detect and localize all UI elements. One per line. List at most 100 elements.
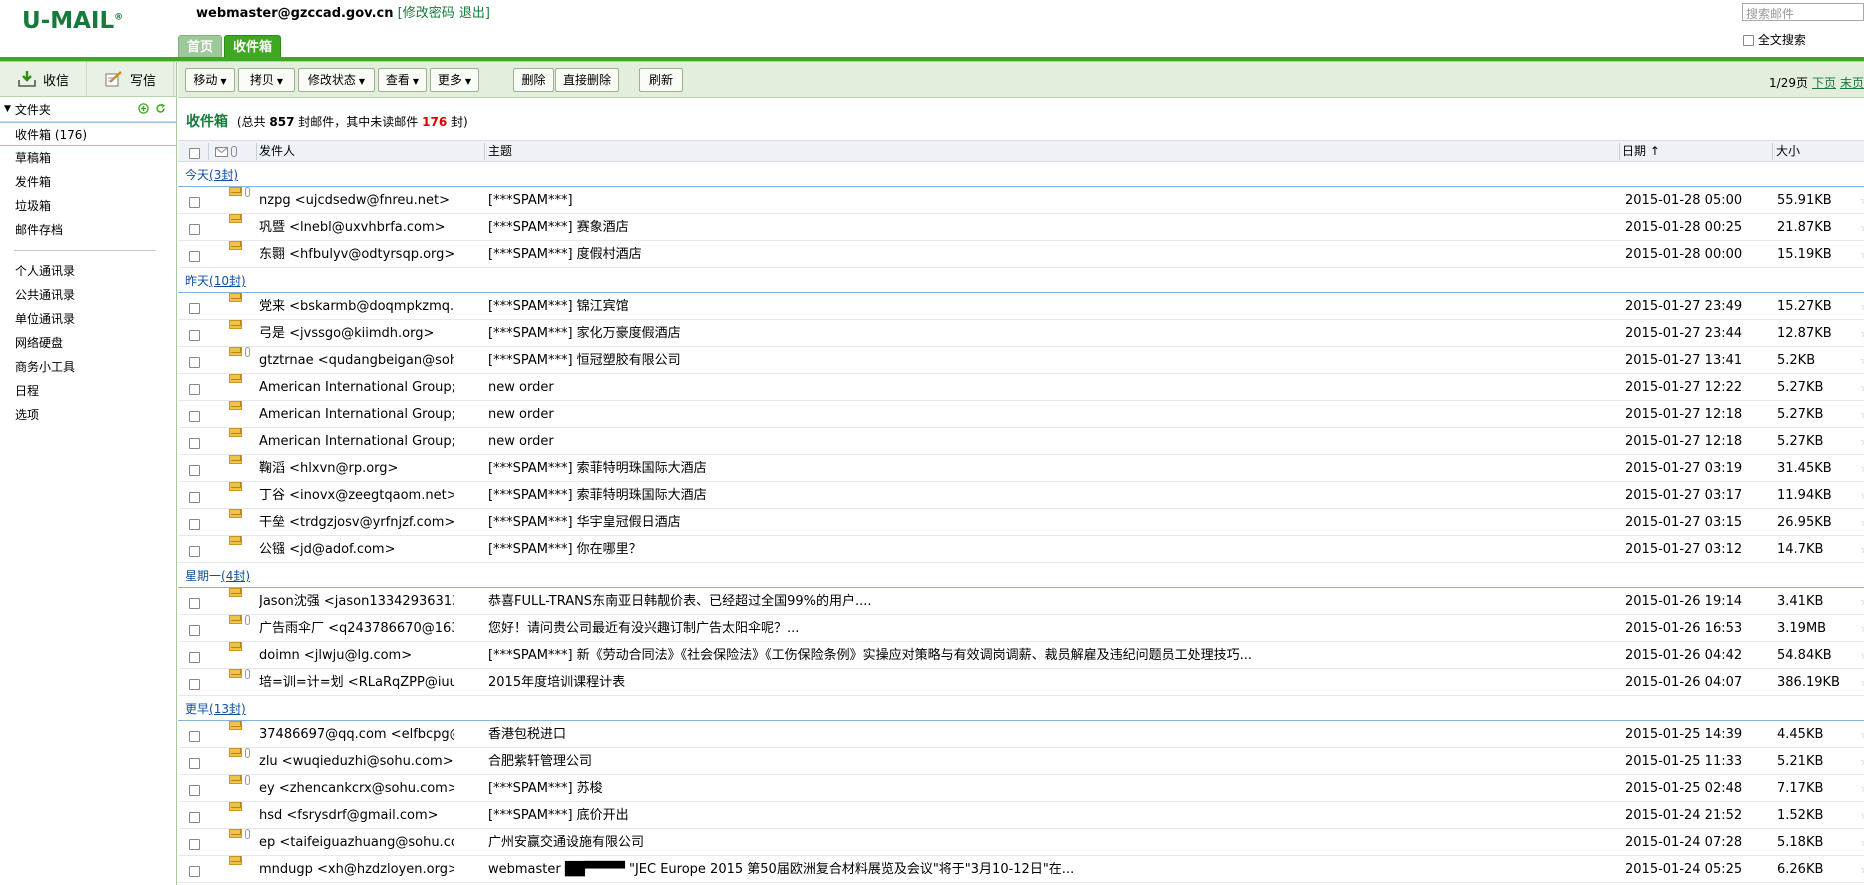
mail-subject[interactable]: 合肥紫轩管理公司 — [488, 748, 1528, 776]
mail-subject[interactable]: webmaster ██▀▀▀▀ "JEC Europe 2015 第50届欧洲… — [488, 856, 1528, 884]
star-icon[interactable]: ☆ — [1860, 509, 1864, 537]
mail-sender[interactable]: gtztrnae <qudangbeigan@sohu — [259, 347, 454, 375]
star-icon[interactable]: ☆ — [1860, 669, 1864, 697]
mail-row[interactable]: 弓是 <jvssgo@kiimdh.org> [***SPAM***] 家化万豪度… — [178, 320, 1864, 347]
mail-subject[interactable]: new order — [488, 401, 1528, 429]
mail-sender[interactable]: 广告雨伞厂 <q243786670@163. — [259, 615, 454, 643]
mail-subject[interactable]: [***SPAM***] 索菲特明珠国际大酒店 — [488, 482, 1528, 510]
fulltext-checkbox[interactable] — [1743, 35, 1754, 46]
tool-business-tools[interactable]: 商务小工具 — [0, 355, 176, 379]
move-button[interactable]: 移动 ▼ — [185, 68, 235, 92]
mail-subject[interactable]: 香港包税进口 — [488, 721, 1528, 749]
mail-row[interactable]: mndugp <xh@hzdzloyen.org> webmaster ██▀▀▀… — [178, 856, 1864, 883]
star-icon[interactable]: ☆ — [1860, 401, 1864, 429]
mail-subject[interactable]: 2015年度培训课程计表 — [488, 669, 1528, 697]
mail-sender[interactable]: hsd <fsrysdrf@gmail.com> — [259, 802, 454, 830]
tool-options[interactable]: 选项 — [0, 403, 176, 427]
mail-row[interactable]: American International Group; I new order… — [178, 401, 1864, 428]
mail-row[interactable]: American International Group; I new order… — [178, 374, 1864, 401]
size-column-header[interactable]: 大小 — [1776, 141, 1800, 162]
mail-row[interactable]: 丁谷 <inovx@zeegtqaom.net> [***SPAM***] 索菲特… — [178, 482, 1864, 509]
mail-sender[interactable]: doimn <jlwju@lg.com> — [259, 642, 454, 670]
star-icon[interactable]: ☆ — [1860, 482, 1864, 510]
folder-header[interactable]: ▼ 文件夹 — [0, 97, 176, 122]
row-checkbox[interactable] — [189, 783, 200, 798]
folder-trash[interactable]: 垃圾箱 — [0, 194, 176, 218]
date-group-count[interactable]: (13封) — [209, 702, 246, 716]
tab-inbox[interactable]: 收件箱 — [224, 35, 282, 58]
mail-sender[interactable]: 东翾 <hfbulyv@odtyrsqp.org> — [259, 241, 454, 269]
star-icon[interactable]: ☆ — [1860, 829, 1864, 857]
mail-sender[interactable]: 丁谷 <inovx@zeegtqaom.net> — [259, 482, 454, 510]
view-button[interactable]: 查看 ▼ — [378, 68, 427, 92]
row-checkbox[interactable] — [189, 490, 200, 505]
mail-sender[interactable]: Jason沈强 <jason13342936313 — [259, 588, 454, 616]
refresh-button[interactable]: 刷新 — [639, 68, 683, 92]
mail-subject[interactable]: [***SPAM***] 苏梭 — [488, 775, 1528, 803]
mail-subject[interactable]: [***SPAM***] 底价开出 — [488, 802, 1528, 830]
mail-row[interactable]: doimn <jlwju@lg.com> [***SPAM***] 新《劳动合同法… — [178, 642, 1864, 669]
star-icon[interactable]: ☆ — [1860, 856, 1864, 884]
folder-inbox[interactable]: 收件箱 (176) — [0, 122, 176, 146]
mail-subject[interactable]: [***SPAM***] 锦江宾馆 — [488, 293, 1528, 321]
receive-button[interactable]: 收信 — [0, 62, 87, 96]
compose-button[interactable]: 写信 — [87, 62, 174, 96]
star-icon[interactable]: ☆ — [1860, 748, 1864, 776]
row-checkbox[interactable] — [189, 650, 200, 665]
mail-sender[interactable]: mndugp <xh@hzdzloyen.org> — [259, 856, 454, 884]
row-checkbox[interactable] — [189, 355, 200, 370]
row-checkbox[interactable] — [189, 837, 200, 852]
tool-network-disk[interactable]: 网络硬盘 — [0, 331, 176, 355]
star-icon[interactable]: ☆ — [1860, 642, 1864, 670]
row-checkbox[interactable] — [189, 756, 200, 771]
mail-sender[interactable]: 培=训=计=划 <RLaRqZPP@iuup — [259, 669, 454, 697]
row-checkbox[interactable] — [189, 864, 200, 879]
star-icon[interactable]: ☆ — [1860, 775, 1864, 803]
logout-link[interactable]: 退出 — [459, 6, 485, 21]
star-icon[interactable]: ☆ — [1860, 241, 1864, 269]
mail-row[interactable]: 广告雨伞厂 <q243786670@163. 您好！请问贵公司最近有没兴趣订制广告… — [178, 615, 1864, 642]
change-password-link[interactable]: 修改密码 — [403, 6, 455, 21]
mail-row[interactable]: zlu <wuqieduzhi@sohu.com> 合肥紫轩管理公司 2015-01… — [178, 748, 1864, 775]
star-icon[interactable]: ☆ — [1860, 428, 1864, 456]
mail-subject[interactable]: [***SPAM***] 你在哪里？ — [488, 536, 1528, 564]
mail-row[interactable]: hsd <fsrysdrf@gmail.com> [***SPAM***] 底价开… — [178, 802, 1864, 829]
row-checkbox[interactable] — [189, 677, 200, 692]
folder-sent[interactable]: 发件箱 — [0, 170, 176, 194]
mail-row[interactable]: 公镪 <jd@adof.com> [***SPAM***] 你在哪里？ 2015-0… — [178, 536, 1864, 563]
row-checkbox[interactable] — [189, 729, 200, 744]
mail-subject[interactable]: [***SPAM***] — [488, 187, 1528, 215]
date-group-header[interactable]: 今天(3封) — [178, 162, 1864, 187]
mail-row[interactable]: 干垒 <trdgzjosv@yrfnjzf.com> [***SPAM***] 华… — [178, 509, 1864, 536]
row-checkbox[interactable] — [189, 596, 200, 611]
star-icon[interactable]: ☆ — [1860, 588, 1864, 616]
mail-sender[interactable]: 党来 <bskarmb@doqmpkzmq.co — [259, 293, 454, 321]
mail-sender[interactable]: American International Group; I — [259, 401, 454, 429]
folder-drafts[interactable]: 草稿箱 — [0, 146, 176, 170]
mail-subject[interactable]: [***SPAM***] 度假村酒店 — [488, 241, 1528, 269]
mail-subject[interactable]: [***SPAM***] 赛象酒店 — [488, 214, 1528, 242]
mail-row[interactable]: ep <taifeiguazhuang@sohu.com 广州安赢交通设施有限公司… — [178, 829, 1864, 856]
mail-sender[interactable]: 弓是 <jvssgo@kiimdh.org> — [259, 320, 454, 348]
mail-row[interactable]: 巩暨 <lnebl@uxvhbrfa.com> [***SPAM***] 赛象酒店… — [178, 214, 1864, 241]
row-checkbox[interactable] — [189, 249, 200, 264]
mail-row[interactable]: 东翾 <hfbulyv@odtyrsqp.org> [***SPAM***] 度假… — [178, 241, 1864, 268]
sender-column-header[interactable]: 发件人 — [259, 141, 295, 162]
tool-public-contacts[interactable]: 公共通讯录 — [0, 283, 176, 307]
mail-sender[interactable]: ep <taifeiguazhuang@sohu.com — [259, 829, 454, 857]
row-checkbox[interactable] — [189, 301, 200, 316]
mail-sender[interactable]: American International Group; I — [259, 428, 454, 456]
row-checkbox[interactable] — [189, 623, 200, 638]
row-checkbox[interactable] — [189, 195, 200, 210]
row-checkbox[interactable] — [189, 409, 200, 424]
mail-subject[interactable]: 恭喜FULL-TRANS东南亚日韩靓价表、已经超过全国99%的用户.... — [488, 588, 1528, 616]
mail-row[interactable]: 37486697@qq.com <elfbcpg@k 香港包税进口 2015-01-… — [178, 721, 1864, 748]
mail-subject[interactable]: [***SPAM***] 新《劳动合同法》《社会保险法》《工伤保险条例》实操应对… — [488, 642, 1528, 670]
fulltext-search-option[interactable]: 全文搜索 — [1743, 31, 1806, 48]
add-folder-icon[interactable] — [138, 103, 149, 114]
star-icon[interactable]: ☆ — [1860, 187, 1864, 215]
mail-subject[interactable]: [***SPAM***] 恒冠塑胶有限公司 — [488, 347, 1528, 375]
tool-org-contacts[interactable]: 单位通讯录 — [0, 307, 176, 331]
delete-permanently-button[interactable]: 直接删除 — [555, 68, 619, 92]
row-checkbox[interactable] — [189, 222, 200, 237]
